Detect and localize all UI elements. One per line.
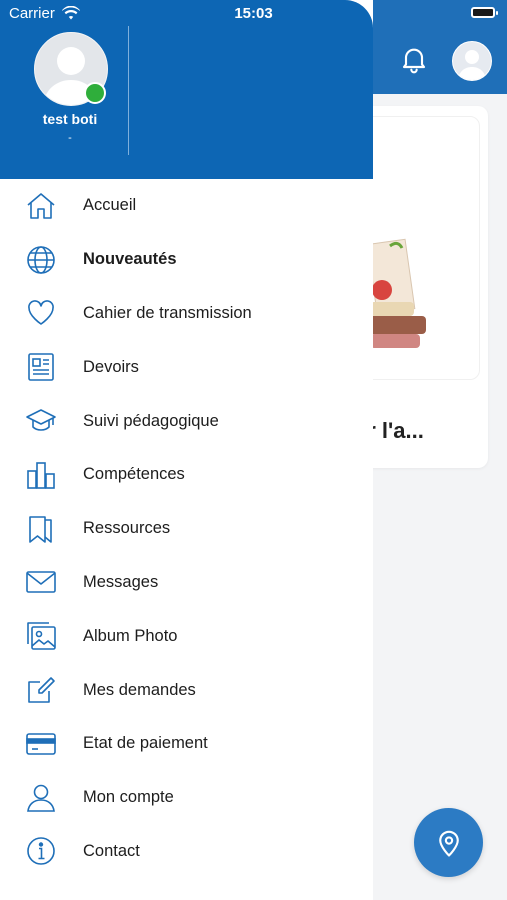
- envelope-icon: [24, 565, 58, 599]
- heart-icon: [24, 296, 58, 330]
- home-icon: [24, 189, 58, 223]
- menu-label: Compétences: [83, 465, 185, 484]
- edit-icon: [24, 673, 58, 707]
- menu-item-ressources[interactable]: Ressources: [0, 502, 373, 556]
- location-pin-icon: [438, 830, 459, 857]
- bar-chart-icon: [24, 458, 58, 492]
- menu-item-suivi-pedagogique[interactable]: Suivi pédagogique: [0, 394, 373, 448]
- menu-label: Devoirs: [83, 357, 139, 376]
- bookmark-icon: [24, 512, 58, 546]
- menu-item-cahier-de-transmission[interactable]: Cahier de transmission: [0, 287, 373, 341]
- location-button[interactable]: [414, 808, 483, 877]
- menu-label: Nouveautés: [83, 250, 177, 269]
- navigation-drawer: test boti - Accueil Nouveautés Cahier de…: [0, 0, 373, 900]
- menu-label: Album Photo: [83, 626, 178, 645]
- status-bar: Carrier 15:03: [0, 0, 507, 30]
- credit-card-icon: [24, 727, 58, 761]
- user-icon: [24, 781, 58, 815]
- books-illustration: [368, 238, 426, 348]
- menu-label: Messages: [83, 572, 159, 591]
- header-avatar[interactable]: [452, 41, 492, 81]
- menu-label: Accueil: [83, 196, 137, 215]
- drawer-menu: Accueil Nouveautés Cahier de transmissio…: [0, 179, 373, 878]
- menu-item-accueil[interactable]: Accueil: [0, 179, 373, 233]
- battery-icon: [471, 7, 498, 18]
- menu-label: Contact: [83, 841, 140, 860]
- bell-icon[interactable]: [398, 43, 430, 75]
- menu-item-etat-de-paiement[interactable]: Etat de paiement: [0, 717, 373, 771]
- clock: 15:03: [234, 5, 273, 22]
- online-status-dot: [84, 82, 106, 104]
- menu-item-competences[interactable]: Compétences: [0, 448, 373, 502]
- header-divider: [128, 26, 129, 155]
- photo-album-icon: [24, 619, 58, 653]
- menu-item-messages[interactable]: Messages: [0, 556, 373, 610]
- menu-label: Suivi pédagogique: [83, 411, 219, 430]
- menu-label: Cahier de transmission: [83, 303, 252, 322]
- menu-item-mon-compte[interactable]: Mon compte: [0, 771, 373, 825]
- newspaper-icon: [24, 350, 58, 384]
- menu-item-contact[interactable]: Contact: [0, 825, 373, 879]
- graduation-cap-icon: [24, 404, 58, 438]
- profile-subtitle: -: [68, 132, 72, 144]
- menu-label: Mes demandes: [83, 680, 196, 699]
- menu-item-mes-demandes[interactable]: Mes demandes: [0, 663, 373, 717]
- menu-item-devoirs[interactable]: Devoirs: [0, 340, 373, 394]
- menu-item-nouveautes[interactable]: Nouveautés: [0, 233, 373, 287]
- globe-icon: [24, 243, 58, 277]
- menu-label: Mon compte: [83, 788, 174, 807]
- menu-label: Etat de paiement: [83, 734, 208, 753]
- menu-item-album-photo[interactable]: Album Photo: [0, 609, 373, 663]
- profile-name: test boti: [42, 111, 98, 127]
- menu-label: Ressources: [83, 519, 171, 538]
- info-icon: [24, 834, 58, 868]
